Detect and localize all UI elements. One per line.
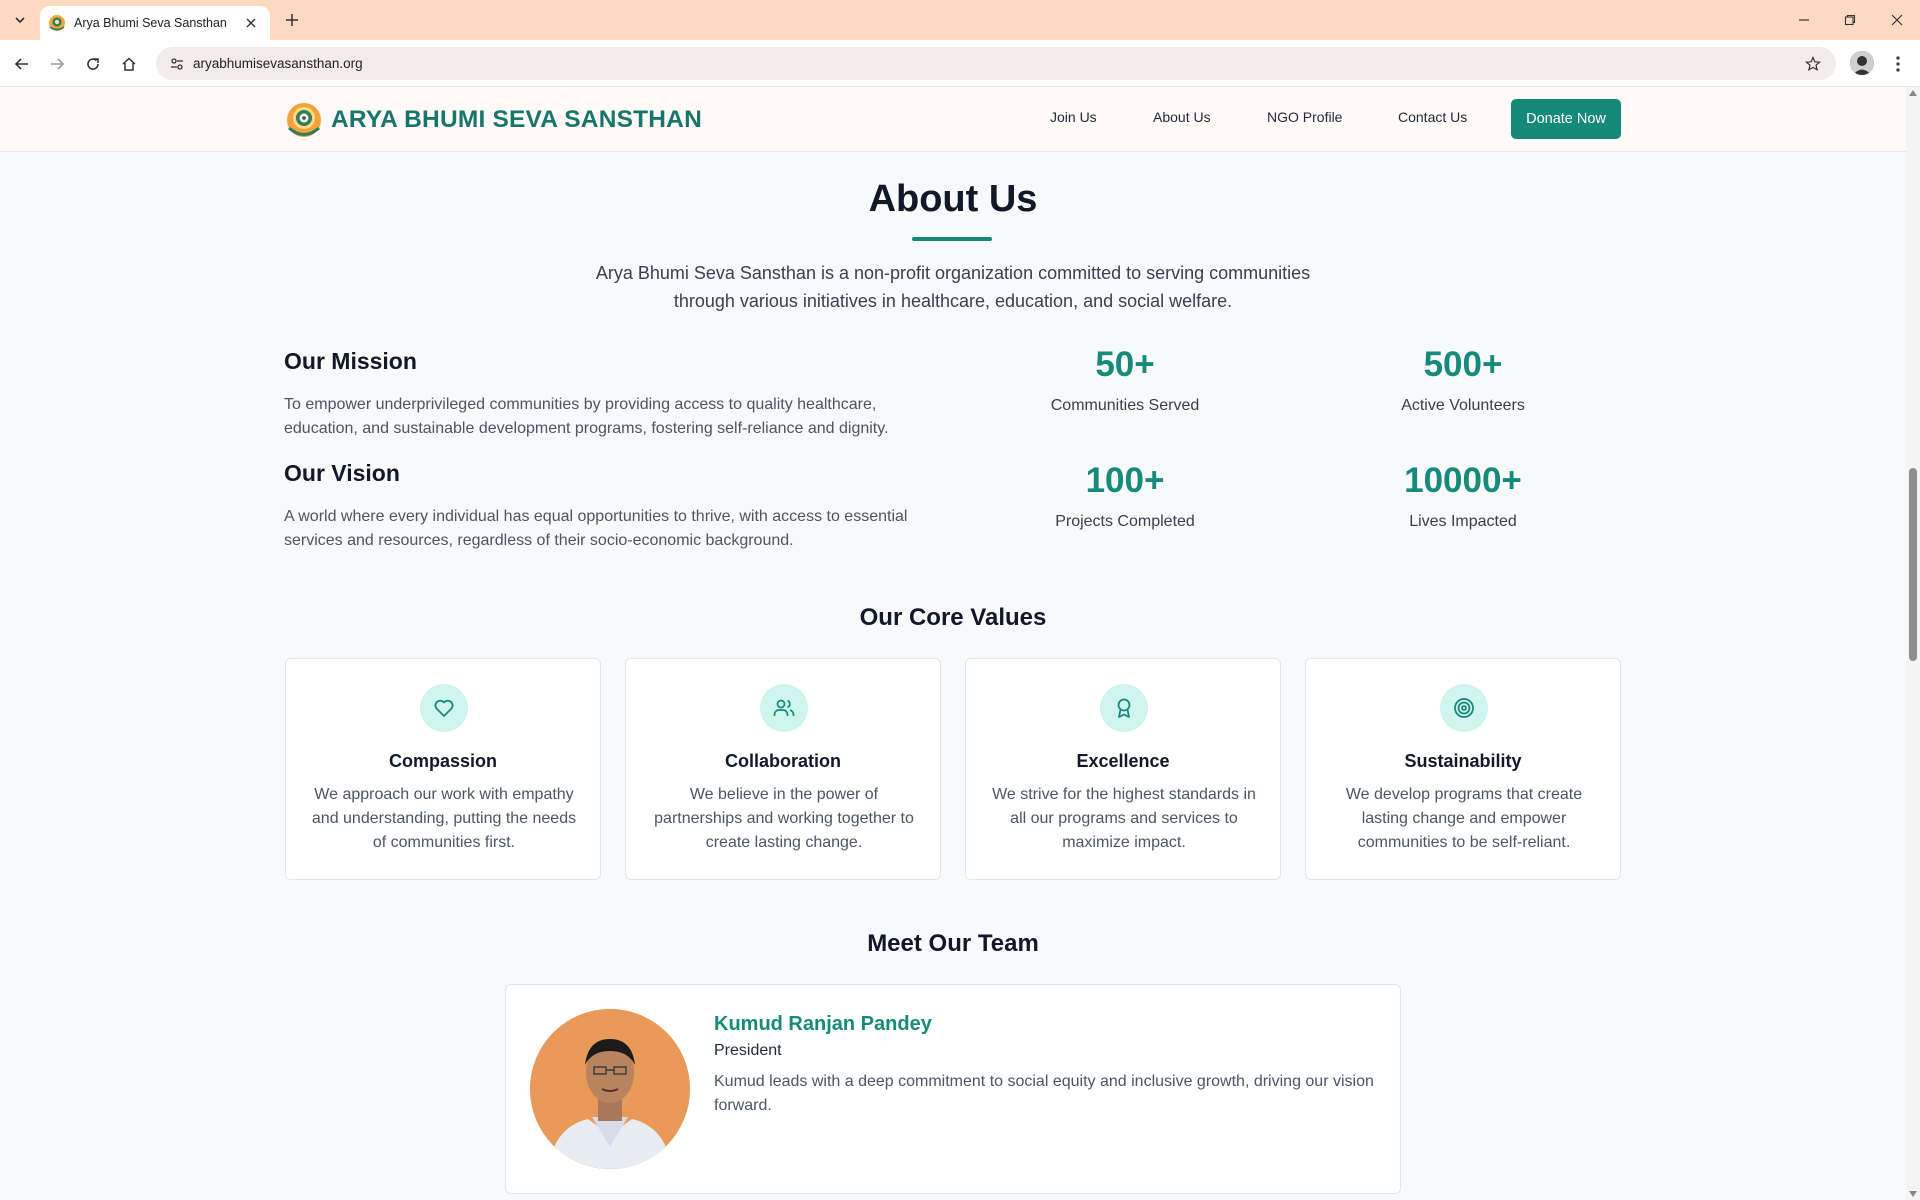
value-card-compassion: Compassion We approach our work with emp… <box>285 658 601 880</box>
brand-name: ARYA BHUMI SEVA SANSTHAN <box>331 106 702 133</box>
core-values-title: Our Core Values <box>859 604 1047 631</box>
brand[interactable]: ARYA BHUMI SEVA SANSTHAN <box>285 101 702 139</box>
value-text: We approach our work with empathy and un… <box>311 786 577 851</box>
browser-tabstrip: Arya Bhumi Seva Sansthan <box>0 0 1920 40</box>
value-text: We believe in the power of partnerships … <box>654 786 914 851</box>
window-minimize-icon[interactable] <box>1789 6 1819 34</box>
tab-list-chevron-icon[interactable] <box>9 9 31 31</box>
browser-menu-icon[interactable] <box>1886 52 1910 76</box>
nav-about-us[interactable]: About Us <box>1153 109 1211 125</box>
value-title: Sustainability <box>1404 751 1522 771</box>
value-text: We strive for the highest standards in a… <box>992 786 1256 851</box>
stat-communities: 50+ Communities Served <box>1005 345 1245 415</box>
stat-label: Projects Completed <box>1055 513 1195 530</box>
tab-title: Arya Bhumi Seva Sansthan <box>74 16 227 30</box>
nav-contact-us[interactable]: Contact Us <box>1398 109 1467 125</box>
scrollbar-thumb[interactable] <box>1909 468 1917 661</box>
window-restore-icon[interactable] <box>1835 6 1865 34</box>
stat-label: Communities Served <box>1050 397 1200 414</box>
nav-join-us[interactable]: Join Us <box>1050 109 1097 125</box>
window-close-icon[interactable] <box>1882 6 1912 34</box>
value-title: Compassion <box>388 751 498 771</box>
team-member-name: Kumud Ranjan Pandey <box>714 1013 932 1035</box>
scroll-down-arrow-icon[interactable] <box>1909 1191 1917 1197</box>
team-title: Meet Our Team <box>867 930 1039 957</box>
users-icon <box>760 684 808 732</box>
vision-title: Our Vision <box>284 460 400 486</box>
value-text: We develop programs that create lasting … <box>1345 786 1583 851</box>
team-member-card: Kumud Ranjan Pandey President Kumud lead… <box>505 984 1401 1194</box>
award-icon <box>1100 684 1148 732</box>
stat-volunteers: 500+ Active Volunteers <box>1343 345 1583 415</box>
value-title: Collaboration <box>725 751 841 771</box>
address-bar[interactable]: aryabhumisevasansthan.org <box>156 47 1836 80</box>
value-card-excellence: Excellence We strive for the highest sta… <box>965 658 1281 880</box>
brand-logo-icon <box>287 103 321 137</box>
about-heading: About Us <box>868 178 1038 220</box>
team-member-bio: Kumud leads with a deep commitment to so… <box>714 1073 1374 1114</box>
value-card-collaboration: Collaboration We believe in the power of… <box>625 658 941 880</box>
forward-arrow-icon[interactable] <box>45 52 69 76</box>
browser-toolbar: aryabhumisevasansthan.org <box>0 40 1920 87</box>
stat-lives: 10000+ Lives Impacted <box>1343 461 1583 531</box>
new-tab-plus-icon[interactable] <box>281 9 303 31</box>
heading-underline <box>912 237 992 241</box>
tab-close-icon[interactable] <box>242 14 260 32</box>
site-info-tune-icon[interactable] <box>166 53 188 75</box>
donate-now-button[interactable]: Donate Now <box>1511 99 1621 139</box>
stat-label: Lives Impacted <box>1409 513 1517 530</box>
mission-text: To empower underprivileged communities b… <box>284 396 889 437</box>
stat-value: 100+ <box>1085 461 1165 500</box>
stat-projects: 100+ Projects Completed <box>1005 461 1245 531</box>
about-intro-text: Arya Bhumi Seva Sansthan is a non-profit… <box>595 263 1311 311</box>
team-member-photo <box>530 1009 690 1169</box>
vision-text: A world where every individual has equal… <box>284 508 908 549</box>
team-member-role: President <box>714 1042 782 1059</box>
mission-title: Our Mission <box>284 348 417 374</box>
home-icon[interactable] <box>117 52 141 76</box>
back-arrow-icon[interactable] <box>10 52 34 76</box>
heart-icon <box>420 684 468 732</box>
reload-icon[interactable] <box>81 52 105 76</box>
nav-ngo-profile[interactable]: NGO Profile <box>1267 109 1342 125</box>
bookmark-star-icon[interactable] <box>1802 53 1824 75</box>
stat-value: 500+ <box>1423 345 1503 384</box>
target-icon <box>1440 684 1488 732</box>
page-scrollbar[interactable] <box>1906 87 1920 1200</box>
stat-label: Active Volunteers <box>1401 397 1525 414</box>
value-title: Excellence <box>1076 751 1170 771</box>
browser-tab-active[interactable]: Arya Bhumi Seva Sansthan <box>40 6 270 40</box>
site-header: ARYA BHUMI SEVA SANSTHAN Join Us About U… <box>0 87 1906 152</box>
page-viewport: ARYA BHUMI SEVA SANSTHAN Join Us About U… <box>0 87 1906 1200</box>
stat-value: 10000+ <box>1404 461 1522 500</box>
value-card-sustainability: Sustainability We develop programs that … <box>1305 658 1621 880</box>
scroll-up-arrow-icon[interactable] <box>1909 90 1917 96</box>
profile-avatar-icon[interactable] <box>1850 51 1874 75</box>
site-favicon-icon <box>49 15 65 31</box>
url-text: aryabhumisevasansthan.org <box>193 56 363 71</box>
stat-value: 50+ <box>1095 345 1155 384</box>
